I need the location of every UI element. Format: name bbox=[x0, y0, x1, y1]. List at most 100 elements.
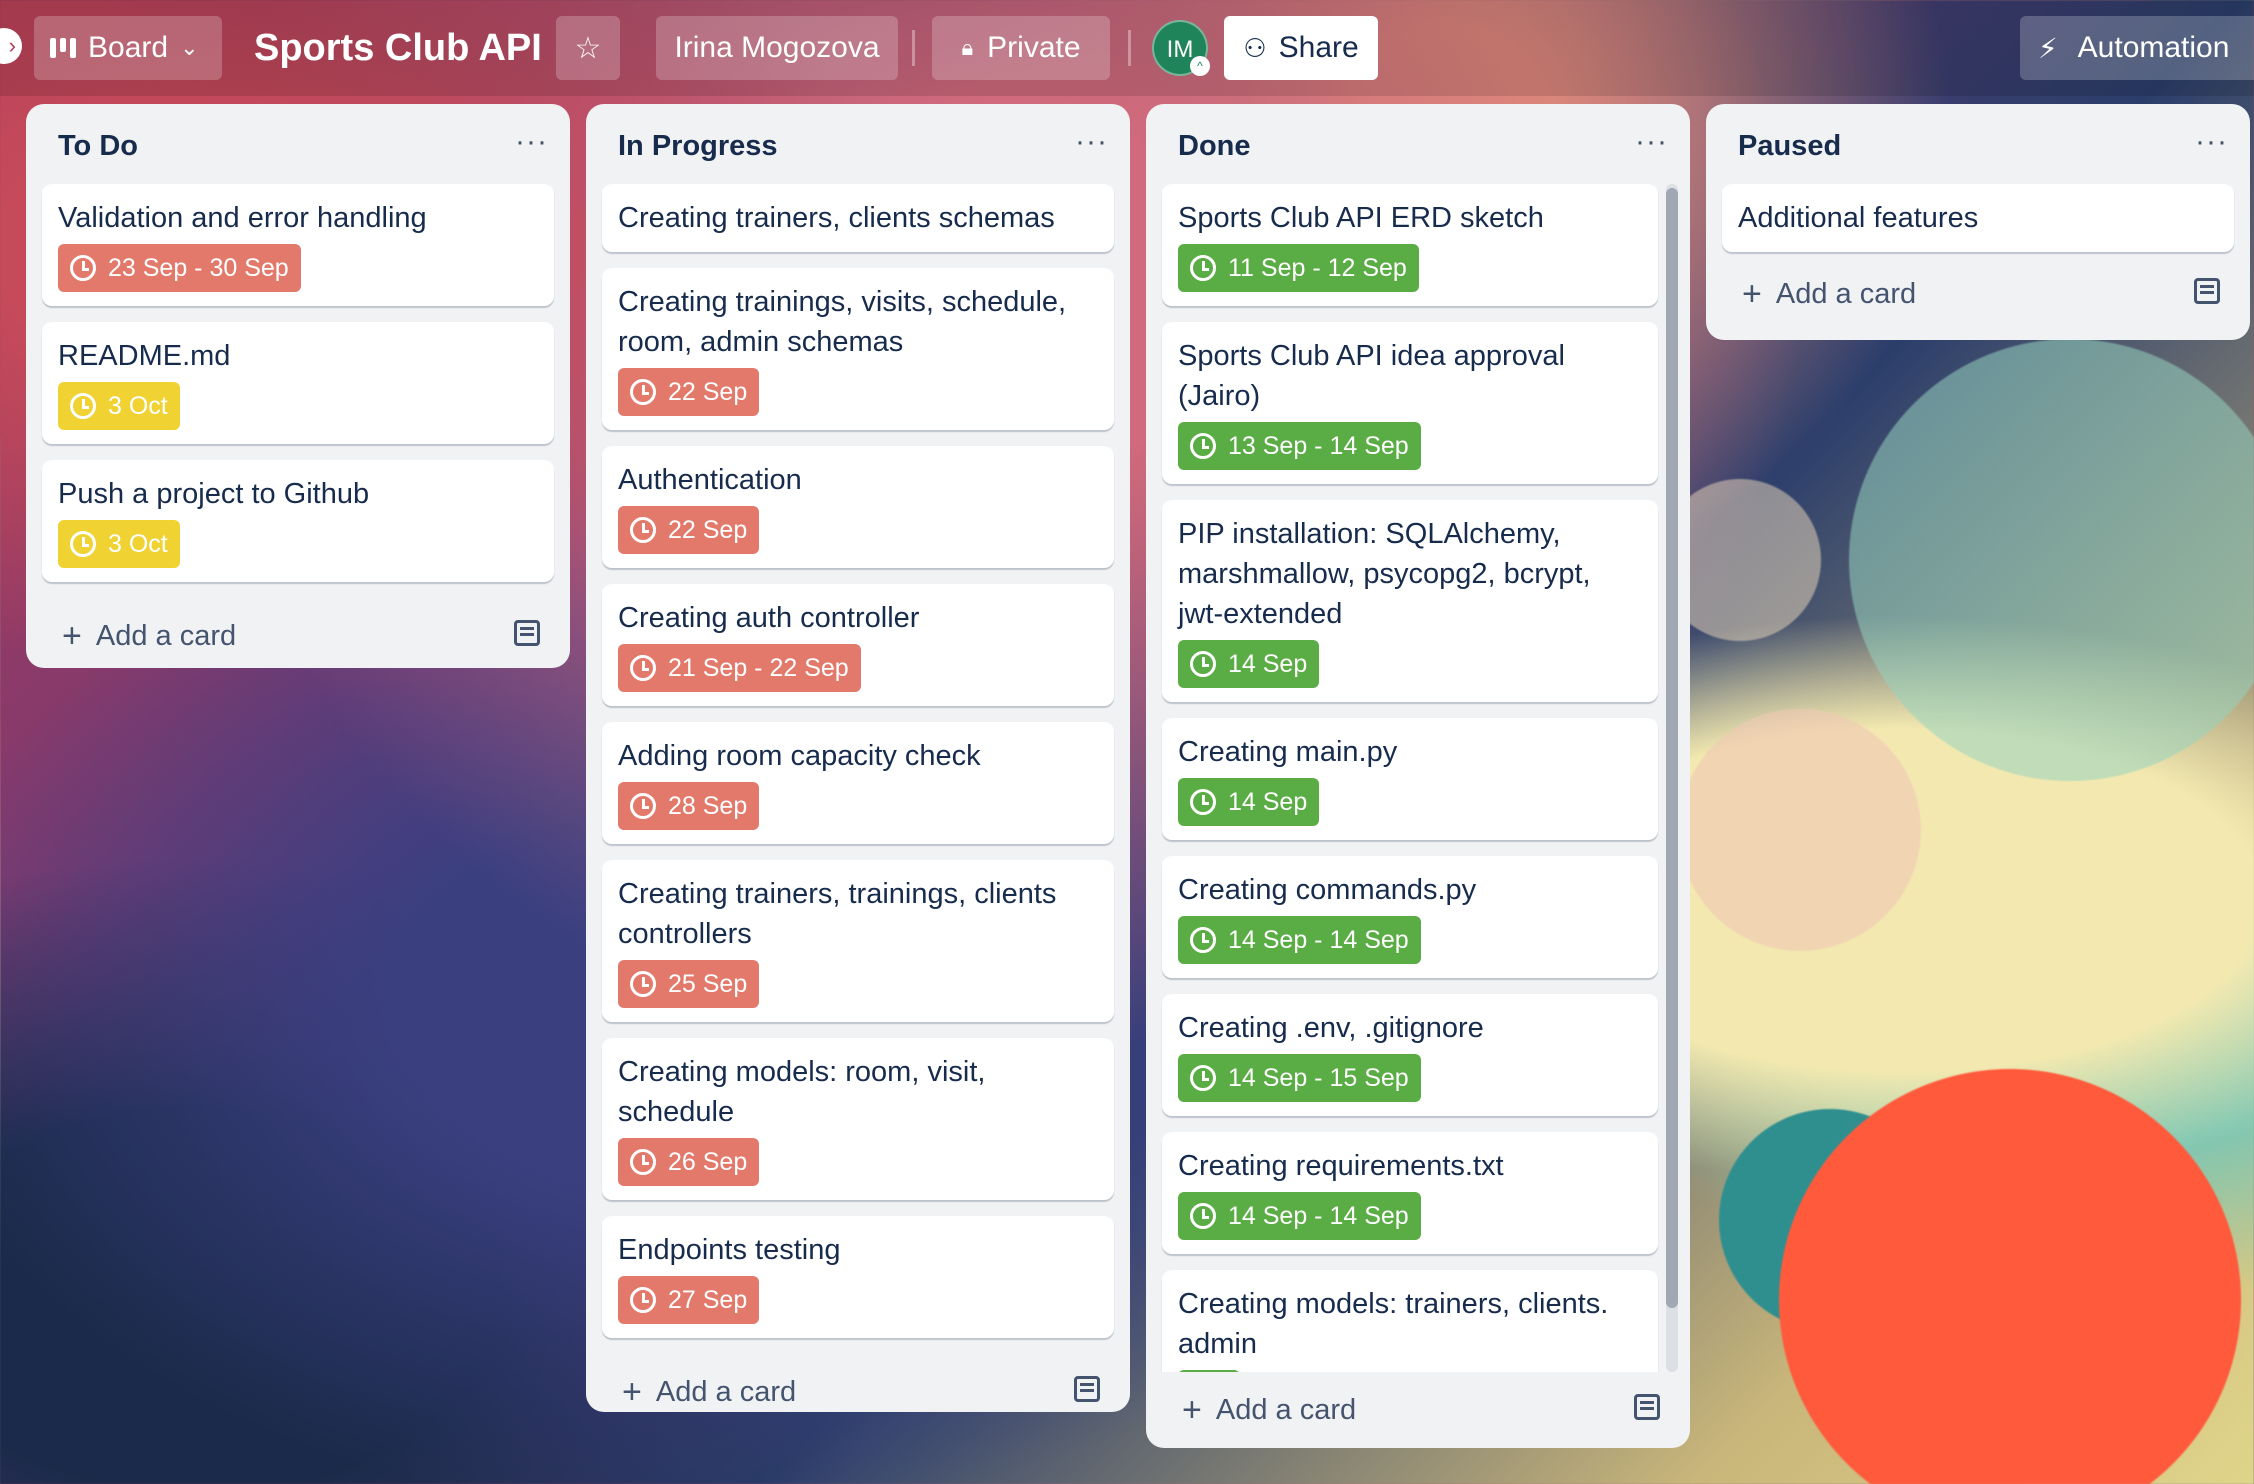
card[interactable]: Creating trainers, trainings, clients co… bbox=[602, 860, 1114, 1022]
card[interactable]: Validation and error handling 23 Sep - 3… bbox=[42, 184, 554, 306]
card[interactable]: Creating commands.py 14 Sep - 14 Sep bbox=[1162, 856, 1658, 978]
add-card-label: Add a card bbox=[655, 1375, 797, 1408]
star-board-button[interactable]: ☆ bbox=[556, 16, 620, 80]
sidebar-expand-icon[interactable]: › bbox=[0, 28, 22, 64]
add-card-label: Add a card bbox=[1775, 277, 1917, 310]
add-card-button[interactable]: + Add a card bbox=[586, 1354, 1130, 1412]
card-title: Creating requirements.txt bbox=[1178, 1150, 1504, 1182]
add-card-button[interactable]: + Add a card bbox=[26, 598, 570, 668]
due-date: 22 Sep bbox=[668, 377, 748, 406]
clock-icon bbox=[1190, 651, 1216, 677]
due-date: 14 Sep - 14 Sep bbox=[1228, 925, 1409, 954]
card[interactable]: README.md 3 Oct bbox=[42, 322, 554, 444]
card-title: Creating trainings, visits, schedule, ro… bbox=[618, 286, 1067, 358]
card-title: Authentication bbox=[618, 464, 802, 496]
card-template-icon[interactable] bbox=[1074, 1376, 1100, 1402]
due-date-badge[interactable]: 25 Sep bbox=[618, 960, 760, 1008]
card[interactable]: Additional features bbox=[1722, 184, 2234, 252]
lightning-icon: ⚡︎ bbox=[2038, 32, 2058, 64]
list-title[interactable]: To Do bbox=[58, 126, 138, 166]
card[interactable]: Creating trainers, clients schemas bbox=[602, 184, 1114, 252]
list-in-progress: In Progress ··· Creating trainers, clien… bbox=[586, 104, 1130, 1412]
admin-chevron-icon: ^ bbox=[1190, 56, 1210, 76]
due-date-badge[interactable]: 3 Oct bbox=[58, 520, 180, 568]
clock-icon bbox=[1190, 1065, 1216, 1091]
list-title[interactable]: Done bbox=[1178, 126, 1251, 166]
add-card-button[interactable]: + Add a card bbox=[1146, 1372, 1690, 1448]
card[interactable]: Adding room capacity check 28 Sep bbox=[602, 722, 1114, 844]
board-view-switcher[interactable]: Board ⌄ bbox=[34, 16, 222, 80]
header-divider bbox=[912, 30, 915, 66]
star-icon: ☆ bbox=[574, 31, 602, 65]
due-date-badge[interactable]: 3 Oct bbox=[58, 382, 180, 430]
card[interactable]: Endpoints testing 27 Sep bbox=[602, 1216, 1114, 1338]
card-title: Creating auth controller bbox=[618, 602, 920, 634]
clock-icon bbox=[630, 1287, 656, 1313]
due-date-badge[interactable]: 23 Sep - 30 Sep bbox=[58, 244, 301, 292]
add-card-button[interactable]: + Add a card bbox=[1706, 256, 2250, 332]
share-button[interactable]: ⚇ Share bbox=[1224, 16, 1378, 80]
due-date-badge[interactable]: 14 Sep - 14 Sep bbox=[1178, 1192, 1421, 1240]
workspace-owner-button[interactable]: Irina Mogozova bbox=[656, 16, 898, 80]
due-date-badge[interactable]: 13 Sep - 14 Sep bbox=[1178, 422, 1421, 470]
board-view-label: Board bbox=[88, 31, 169, 64]
due-date: 13 Sep - 14 Sep bbox=[1228, 431, 1409, 460]
due-date: 3 Oct bbox=[108, 391, 168, 420]
list-paused: Paused ··· Additional features + Add a c… bbox=[1706, 104, 2250, 340]
card[interactable]: Authentication 22 Sep bbox=[602, 446, 1114, 568]
clock-icon bbox=[1190, 789, 1216, 815]
clock-icon bbox=[630, 793, 656, 819]
card-title: Creating main.py bbox=[1178, 736, 1398, 768]
due-date-badge[interactable]: 26 Sep bbox=[618, 1138, 760, 1186]
list-title[interactable]: In Progress bbox=[618, 126, 778, 166]
list-menu-icon[interactable]: ··· bbox=[1635, 124, 1668, 160]
card[interactable]: Push a project to Github 3 Oct bbox=[42, 460, 554, 582]
card[interactable]: PIP installation: SQLAlchemy, marshmallo… bbox=[1162, 500, 1658, 702]
board-title[interactable]: Sports Club API bbox=[254, 22, 542, 74]
due-date-badge[interactable]: 14 Sep - 15 Sep bbox=[1178, 1054, 1421, 1102]
list-menu-icon[interactable]: ··· bbox=[1075, 124, 1108, 160]
card[interactable]: Sports Club API ERD sketch 11 Sep - 12 S… bbox=[1162, 184, 1658, 306]
clock-icon bbox=[1190, 433, 1216, 459]
due-date-badge[interactable]: 14 Sep - 14 Sep bbox=[1178, 916, 1421, 964]
card-title: Creating commands.py bbox=[1178, 874, 1477, 906]
list-menu-icon[interactable]: ··· bbox=[2195, 124, 2228, 160]
due-date: 26 Sep bbox=[668, 1147, 748, 1176]
list-title[interactable]: Paused bbox=[1738, 126, 1841, 166]
card[interactable]: Creating trainings, visits, schedule, ro… bbox=[602, 268, 1114, 430]
card-title: Sports Club API ERD sketch bbox=[1178, 202, 1544, 234]
clock-icon bbox=[630, 379, 656, 405]
due-date-badge[interactable]: 27 Sep bbox=[618, 1276, 760, 1324]
list-menu-icon[interactable]: ··· bbox=[515, 124, 548, 160]
due-date-badge[interactable]: 28 Sep bbox=[618, 782, 760, 830]
clock-icon bbox=[1190, 1203, 1216, 1229]
visibility-button[interactable]: 🔒︎ Private bbox=[932, 16, 1110, 80]
card[interactable]: Creating main.py 14 Sep bbox=[1162, 718, 1658, 840]
due-date: 11 Sep - 12 Sep bbox=[1228, 253, 1407, 282]
automation-button[interactable]: ⚡︎ Automation bbox=[2020, 16, 2254, 80]
clock-icon bbox=[70, 255, 96, 281]
add-person-icon: ⚇ bbox=[1243, 32, 1267, 63]
due-date-badge[interactable]: 22 Sep bbox=[618, 368, 760, 416]
card[interactable]: Creating requirements.txt 14 Sep - 14 Se… bbox=[1162, 1132, 1658, 1254]
card-title: Endpoints testing bbox=[618, 1234, 841, 1266]
card[interactable]: Creating auth controller 21 Sep - 22 Sep bbox=[602, 584, 1114, 706]
card-title: README.md bbox=[58, 340, 231, 372]
due-date-badge[interactable]: 22 Sep bbox=[618, 506, 760, 554]
clock-icon bbox=[1190, 255, 1216, 281]
card[interactable]: Creating models: room, visit, schedule 2… bbox=[602, 1038, 1114, 1200]
card-title: Creating trainers, clients schemas bbox=[618, 202, 1055, 234]
chevron-down-icon: ⌄ bbox=[180, 35, 199, 60]
due-date-badge[interactable]: 11 Sep - 12 Sep bbox=[1178, 244, 1419, 292]
due-date-badge[interactable]: 21 Sep - 22 Sep bbox=[618, 644, 861, 692]
due-date-badge[interactable]: 14 Sep bbox=[1178, 640, 1320, 688]
card-template-icon[interactable] bbox=[514, 620, 540, 646]
card-template-icon[interactable] bbox=[2194, 278, 2220, 304]
card[interactable]: Creating models: trainers, clients. admi… bbox=[1162, 1270, 1658, 1372]
board-header: › Board ⌄ Sports Club API ☆ Irina Mogozo… bbox=[0, 0, 2254, 96]
card-template-icon[interactable] bbox=[1634, 1394, 1660, 1420]
due-date-badge[interactable]: 14 Sep bbox=[1178, 778, 1320, 826]
clock-icon bbox=[630, 517, 656, 543]
card[interactable]: Creating .env, .gitignore 14 Sep - 15 Se… bbox=[1162, 994, 1658, 1116]
card[interactable]: Sports Club API idea approval (Jairo) 13… bbox=[1162, 322, 1658, 484]
